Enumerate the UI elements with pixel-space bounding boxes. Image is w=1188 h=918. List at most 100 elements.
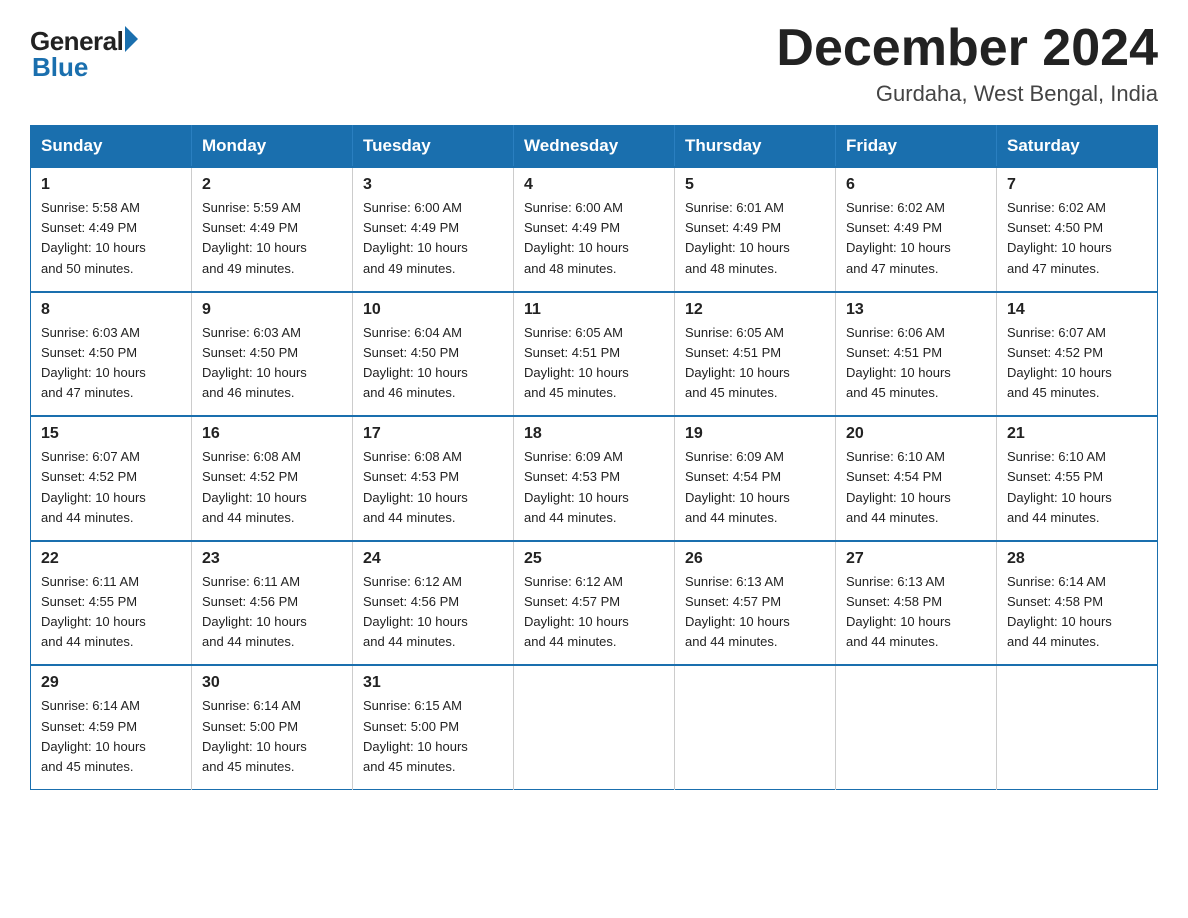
day-info: Sunrise: 6:12 AMSunset: 4:57 PMDaylight:… xyxy=(524,572,666,653)
day-number: 22 xyxy=(41,550,183,568)
calendar-cell: 13 Sunrise: 6:06 AMSunset: 4:51 PMDayligh… xyxy=(836,292,997,417)
day-number: 15 xyxy=(41,425,183,443)
day-number: 5 xyxy=(685,176,827,194)
day-number: 27 xyxy=(846,550,988,568)
day-info: Sunrise: 6:00 AMSunset: 4:49 PMDaylight:… xyxy=(363,198,505,279)
day-info: Sunrise: 6:13 AMSunset: 4:58 PMDaylight:… xyxy=(846,572,988,653)
day-info: Sunrise: 5:58 AMSunset: 4:49 PMDaylight:… xyxy=(41,198,183,279)
day-info: Sunrise: 6:03 AMSunset: 4:50 PMDaylight:… xyxy=(202,323,344,404)
day-number: 1 xyxy=(41,176,183,194)
logo-text-blue: Blue xyxy=(32,54,138,80)
day-info: Sunrise: 6:02 AMSunset: 4:49 PMDaylight:… xyxy=(846,198,988,279)
weekday-header-friday: Friday xyxy=(836,126,997,168)
day-number: 9 xyxy=(202,301,344,319)
day-info: Sunrise: 6:10 AMSunset: 4:54 PMDaylight:… xyxy=(846,447,988,528)
day-number: 18 xyxy=(524,425,666,443)
calendar-cell: 29 Sunrise: 6:14 AMSunset: 4:59 PMDayligh… xyxy=(31,665,192,789)
calendar-cell: 6 Sunrise: 6:02 AMSunset: 4:49 PMDaylight… xyxy=(836,167,997,292)
day-number: 3 xyxy=(363,176,505,194)
day-info: Sunrise: 6:08 AMSunset: 4:53 PMDaylight:… xyxy=(363,447,505,528)
day-info: Sunrise: 6:06 AMSunset: 4:51 PMDaylight:… xyxy=(846,323,988,404)
day-info: Sunrise: 6:09 AMSunset: 4:54 PMDaylight:… xyxy=(685,447,827,528)
day-info: Sunrise: 6:11 AMSunset: 4:55 PMDaylight:… xyxy=(41,572,183,653)
day-number: 4 xyxy=(524,176,666,194)
weekday-header-thursday: Thursday xyxy=(675,126,836,168)
month-title: December 2024 xyxy=(776,20,1158,77)
day-info: Sunrise: 6:08 AMSunset: 4:52 PMDaylight:… xyxy=(202,447,344,528)
day-info: Sunrise: 6:12 AMSunset: 4:56 PMDaylight:… xyxy=(363,572,505,653)
weekday-row: SundayMondayTuesdayWednesdayThursdayFrid… xyxy=(31,126,1158,168)
calendar-cell: 17 Sunrise: 6:08 AMSunset: 4:53 PMDayligh… xyxy=(353,416,514,541)
calendar-table: SundayMondayTuesdayWednesdayThursdayFrid… xyxy=(30,125,1158,790)
calendar-week-row: 1 Sunrise: 5:58 AMSunset: 4:49 PMDaylight… xyxy=(31,167,1158,292)
calendar-header: SundayMondayTuesdayWednesdayThursdayFrid… xyxy=(31,126,1158,168)
calendar-cell: 8 Sunrise: 6:03 AMSunset: 4:50 PMDaylight… xyxy=(31,292,192,417)
day-info: Sunrise: 6:14 AMSunset: 4:59 PMDaylight:… xyxy=(41,696,183,777)
day-info: Sunrise: 6:14 AMSunset: 5:00 PMDaylight:… xyxy=(202,696,344,777)
day-number: 6 xyxy=(846,176,988,194)
day-info: Sunrise: 6:11 AMSunset: 4:56 PMDaylight:… xyxy=(202,572,344,653)
calendar-cell: 2Sunrise: 5:59 AMSunset: 4:49 PMDaylight… xyxy=(192,167,353,292)
calendar-cell xyxy=(997,665,1158,789)
day-number: 31 xyxy=(363,674,505,692)
day-number: 24 xyxy=(363,550,505,568)
day-number: 23 xyxy=(202,550,344,568)
weekday-header-monday: Monday xyxy=(192,126,353,168)
day-info: Sunrise: 6:14 AMSunset: 4:58 PMDaylight:… xyxy=(1007,572,1149,653)
day-number: 21 xyxy=(1007,425,1149,443)
day-info: Sunrise: 6:07 AMSunset: 4:52 PMDaylight:… xyxy=(41,447,183,528)
calendar-week-row: 22 Sunrise: 6:11 AMSunset: 4:55 PMDayligh… xyxy=(31,541,1158,666)
calendar-cell xyxy=(836,665,997,789)
calendar-cell: 31 Sunrise: 6:15 AMSunset: 5:00 PMDayligh… xyxy=(353,665,514,789)
day-info: Sunrise: 6:05 AMSunset: 4:51 PMDaylight:… xyxy=(524,323,666,404)
day-info: Sunrise: 6:03 AMSunset: 4:50 PMDaylight:… xyxy=(41,323,183,404)
calendar-cell: 1 Sunrise: 5:58 AMSunset: 4:49 PMDaylight… xyxy=(31,167,192,292)
calendar-cell: 28 Sunrise: 6:14 AMSunset: 4:58 PMDayligh… xyxy=(997,541,1158,666)
day-info: Sunrise: 6:05 AMSunset: 4:51 PMDaylight:… xyxy=(685,323,827,404)
page-header: General Blue December 2024 Gurdaha, West… xyxy=(30,20,1158,107)
weekday-header-tuesday: Tuesday xyxy=(353,126,514,168)
day-number: 20 xyxy=(846,425,988,443)
day-number: 17 xyxy=(363,425,505,443)
day-number: 10 xyxy=(363,301,505,319)
day-number: 26 xyxy=(685,550,827,568)
calendar-cell xyxy=(675,665,836,789)
day-number: 11 xyxy=(524,301,666,319)
calendar-cell: 11 Sunrise: 6:05 AMSunset: 4:51 PMDayligh… xyxy=(514,292,675,417)
day-number: 13 xyxy=(846,301,988,319)
calendar-week-row: 15 Sunrise: 6:07 AMSunset: 4:52 PMDayligh… xyxy=(31,416,1158,541)
calendar-cell: 27 Sunrise: 6:13 AMSunset: 4:58 PMDayligh… xyxy=(836,541,997,666)
day-number: 12 xyxy=(685,301,827,319)
logo-text-general: General xyxy=(30,28,123,54)
calendar-cell: 26 Sunrise: 6:13 AMSunset: 4:57 PMDayligh… xyxy=(675,541,836,666)
calendar-cell xyxy=(514,665,675,789)
day-number: 28 xyxy=(1007,550,1149,568)
calendar-cell: 10 Sunrise: 6:04 AMSunset: 4:50 PMDayligh… xyxy=(353,292,514,417)
calendar-cell: 9 Sunrise: 6:03 AMSunset: 4:50 PMDaylight… xyxy=(192,292,353,417)
calendar-body: 1 Sunrise: 5:58 AMSunset: 4:49 PMDaylight… xyxy=(31,167,1158,789)
day-info: Sunrise: 6:09 AMSunset: 4:53 PMDaylight:… xyxy=(524,447,666,528)
day-info: Sunrise: 6:04 AMSunset: 4:50 PMDaylight:… xyxy=(363,323,505,404)
day-info: Sunrise: 6:01 AMSunset: 4:49 PMDaylight:… xyxy=(685,198,827,279)
day-number: 19 xyxy=(685,425,827,443)
day-info: Sunrise: 6:15 AMSunset: 5:00 PMDaylight:… xyxy=(363,696,505,777)
logo-arrow-icon xyxy=(125,26,138,52)
calendar-cell: 7Sunrise: 6:02 AMSunset: 4:50 PMDaylight… xyxy=(997,167,1158,292)
logo[interactable]: General Blue xyxy=(30,28,138,80)
day-info: Sunrise: 6:13 AMSunset: 4:57 PMDaylight:… xyxy=(685,572,827,653)
day-info: Sunrise: 6:07 AMSunset: 4:52 PMDaylight:… xyxy=(1007,323,1149,404)
calendar-week-row: 8 Sunrise: 6:03 AMSunset: 4:50 PMDaylight… xyxy=(31,292,1158,417)
calendar-cell: 30 Sunrise: 6:14 AMSunset: 5:00 PMDayligh… xyxy=(192,665,353,789)
day-number: 25 xyxy=(524,550,666,568)
day-number: 16 xyxy=(202,425,344,443)
calendar-cell: 16 Sunrise: 6:08 AMSunset: 4:52 PMDayligh… xyxy=(192,416,353,541)
calendar-cell: 12 Sunrise: 6:05 AMSunset: 4:51 PMDayligh… xyxy=(675,292,836,417)
day-number: 30 xyxy=(202,674,344,692)
weekday-header-wednesday: Wednesday xyxy=(514,126,675,168)
calendar-cell: 3 Sunrise: 6:00 AMSunset: 4:49 PMDaylight… xyxy=(353,167,514,292)
calendar-cell: 23 Sunrise: 6:11 AMSunset: 4:56 PMDayligh… xyxy=(192,541,353,666)
calendar-cell: 25 Sunrise: 6:12 AMSunset: 4:57 PMDayligh… xyxy=(514,541,675,666)
day-number: 29 xyxy=(41,674,183,692)
day-number: 8 xyxy=(41,301,183,319)
calendar-cell: 18 Sunrise: 6:09 AMSunset: 4:53 PMDayligh… xyxy=(514,416,675,541)
